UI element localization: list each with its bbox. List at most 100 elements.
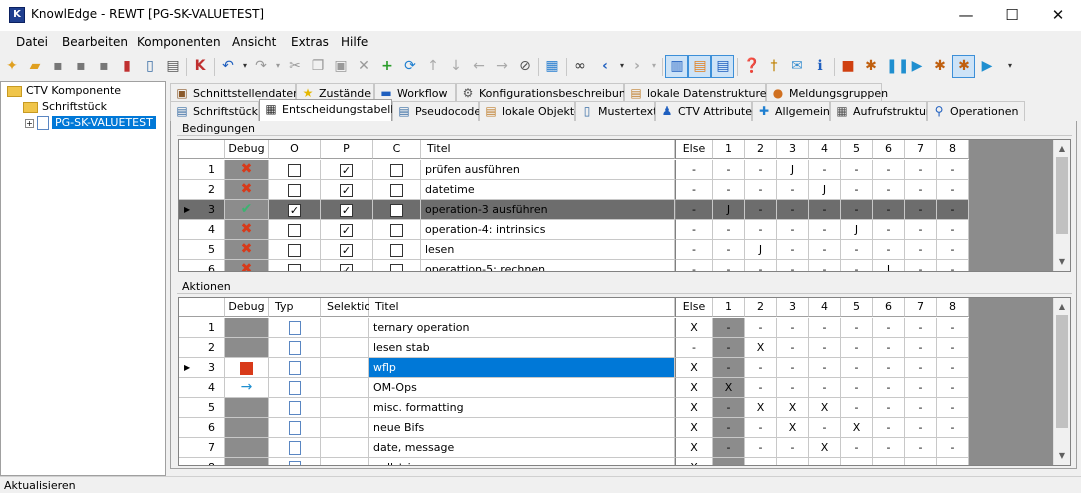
- rule-cell[interactable]: X: [675, 398, 713, 418]
- bug-active-icon[interactable]: ✱: [956, 58, 972, 74]
- view-table-icon[interactable]: ▤: [715, 58, 731, 74]
- tab-ctv-attribute[interactable]: ♟ CTV Attribute: [655, 101, 752, 121]
- add-icon[interactable]: +: [379, 58, 395, 74]
- checkbox-cell-p[interactable]: ✓: [321, 260, 373, 271]
- bug-step-icon[interactable]: ✱: [932, 58, 948, 74]
- tool-icon[interactable]: †: [766, 58, 782, 74]
- selektion-cell[interactable]: [321, 438, 369, 458]
- condition-title[interactable]: operation-4: intrinsics: [421, 220, 675, 240]
- maximize-button[interactable]: ☐: [989, 0, 1035, 31]
- rule-cell[interactable]: -: [713, 398, 745, 418]
- rule-cell[interactable]: J: [745, 240, 777, 260]
- tab-pseudocode[interactable]: ▤ Pseudocode: [392, 101, 481, 121]
- condition-row[interactable]: 4 ✖ ✓ operation-4: intrinsics - - - - - J - - -: [179, 220, 969, 240]
- checkbox-cell-o[interactable]: [269, 220, 321, 240]
- cross-icon[interactable]: ✖: [225, 180, 269, 200]
- rule-cell[interactable]: -: [777, 378, 809, 398]
- rule-cell[interactable]: -: [713, 338, 745, 358]
- rule-cell[interactable]: -: [745, 318, 777, 338]
- rule-cell[interactable]: -: [713, 358, 745, 378]
- vertical-scrollbar[interactable]: ▲ ▼: [1053, 140, 1070, 271]
- rule-cell[interactable]: X: [675, 438, 713, 458]
- rule-cell[interactable]: -: [937, 358, 969, 378]
- knowledge-icon[interactable]: K: [192, 58, 208, 74]
- rule-cell[interactable]: -: [937, 438, 969, 458]
- rule-cell[interactable]: -: [809, 378, 841, 398]
- cross-icon[interactable]: ✖: [225, 160, 269, 180]
- mail-icon[interactable]: ✉: [789, 58, 805, 74]
- selektion-cell[interactable]: [321, 338, 369, 358]
- tab-operationen[interactable]: ⚲ Operationen: [927, 101, 1025, 121]
- rule-cell[interactable]: -: [777, 338, 809, 358]
- rule-cell[interactable]: X: [675, 318, 713, 338]
- condition-row[interactable]: 1 ✖ ✓ prüfen ausführen - - - J - - - - -: [179, 160, 969, 180]
- checkbox-cell-c[interactable]: [373, 220, 421, 240]
- forward-icon[interactable]: ›: [629, 58, 645, 74]
- checkbox-cell-o[interactable]: [269, 240, 321, 260]
- rule-cell[interactable]: -: [905, 260, 937, 271]
- tab-meldungsgruppen[interactable]: ● Meldungsgruppen: [766, 83, 888, 103]
- export-icon[interactable]: ▮: [119, 58, 135, 74]
- rule-cell[interactable]: J: [809, 180, 841, 200]
- rule-cell[interactable]: -: [937, 260, 969, 271]
- selektion-cell[interactable]: [321, 378, 369, 398]
- rule-cell[interactable]: -: [937, 318, 969, 338]
- action-title[interactable]: OM-Ops: [369, 378, 675, 398]
- rule-cell[interactable]: -: [713, 160, 745, 180]
- action-title[interactable]: lesen stab: [369, 338, 675, 358]
- rule-cell[interactable]: -: [713, 318, 745, 338]
- checkbox-p[interactable]: ✓: [340, 203, 353, 217]
- checkbox-cell-p[interactable]: ✓: [321, 220, 373, 240]
- rule-cell[interactable]: -: [905, 338, 937, 358]
- rule-cell[interactable]: -: [873, 458, 905, 465]
- rule-cell[interactable]: -: [809, 240, 841, 260]
- checkbox-cell-p[interactable]: ✓: [321, 240, 373, 260]
- rule-cell[interactable]: -: [841, 338, 873, 358]
- rule-cell[interactable]: X: [841, 418, 873, 438]
- rule-cell[interactable]: -: [841, 160, 873, 180]
- checkbox-c[interactable]: [390, 223, 403, 237]
- rule-cell[interactable]: -: [905, 180, 937, 200]
- rule-cell[interactable]: -: [937, 240, 969, 260]
- rule-cell[interactable]: -: [777, 438, 809, 458]
- checkbox-cell-p[interactable]: ✓: [321, 180, 373, 200]
- selektion-cell[interactable]: [321, 398, 369, 418]
- rule-cell[interactable]: -: [675, 180, 713, 200]
- rule-cell[interactable]: -: [745, 418, 777, 438]
- rule-cell[interactable]: -: [841, 200, 873, 220]
- action-title[interactable]: ternary operation: [369, 318, 675, 338]
- condition-title[interactable]: operation-3 ausführen: [421, 200, 675, 220]
- refresh-icon[interactable]: ⟳: [402, 58, 418, 74]
- rule-cell[interactable]: -: [745, 358, 777, 378]
- stop-icon[interactable]: ■: [840, 58, 856, 74]
- rule-cell[interactable]: -: [809, 200, 841, 220]
- checkbox-cell-c[interactable]: [373, 200, 421, 220]
- rule-cell[interactable]: -: [713, 220, 745, 240]
- checkbox-c[interactable]: [390, 183, 403, 197]
- rule-cell[interactable]: -: [809, 458, 841, 465]
- rule-cell[interactable]: -: [713, 438, 745, 458]
- debug-cell[interactable]: [225, 358, 269, 378]
- rule-cell[interactable]: -: [937, 458, 969, 465]
- rule-cell[interactable]: -: [905, 358, 937, 378]
- help-icon[interactable]: ❓: [743, 58, 760, 74]
- rule-cell[interactable]: X: [675, 378, 713, 398]
- view-tree-icon[interactable]: ▥: [669, 58, 685, 74]
- condition-title[interactable]: datetime: [421, 180, 675, 200]
- back-icon[interactable]: ‹: [597, 58, 613, 74]
- menu-bearbeiten[interactable]: Bearbeiten: [62, 35, 128, 49]
- tab-mustertext[interactable]: ▯ Mustertext: [575, 101, 658, 121]
- rule-cell[interactable]: -: [809, 338, 841, 358]
- tab-lokale-datenstrukturen[interactable]: ▤ lokale Datenstrukturen: [624, 83, 774, 103]
- rule-cell[interactable]: X: [713, 378, 745, 398]
- cross-icon[interactable]: ✖: [225, 240, 269, 260]
- rule-cell[interactable]: -: [937, 378, 969, 398]
- debug-cell[interactable]: [225, 318, 269, 338]
- checkbox-o[interactable]: [288, 263, 301, 271]
- rule-cell[interactable]: -: [905, 398, 937, 418]
- hierarchy-icon[interactable]: ▦: [544, 58, 560, 74]
- rule-cell[interactable]: -: [777, 220, 809, 240]
- redo-dropdown-icon[interactable]: ▾: [270, 58, 286, 74]
- scroll-thumb[interactable]: [1056, 157, 1068, 234]
- tree-root[interactable]: CTV Komponente: [7, 83, 121, 99]
